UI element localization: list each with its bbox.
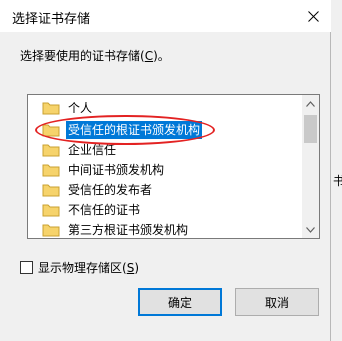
folder-icon <box>42 184 60 197</box>
close-button[interactable] <box>299 2 327 30</box>
tree-item-label: 个人 <box>68 101 93 115</box>
folder-icon <box>42 144 60 157</box>
background-window-text: 书 <box>333 174 342 188</box>
show-physical-stores-option[interactable]: 显示物理存储区(S) <box>20 259 139 276</box>
tree-item[interactable]: 个人 <box>42 98 94 118</box>
prompt-text: 选择要使用的证书存储(C)。 <box>20 47 170 64</box>
title-bar: 选择证书存储 <box>0 0 331 32</box>
tree-item-selected[interactable]: 受信任的根证书颁发机构 <box>42 120 203 140</box>
folder-icon <box>42 204 60 217</box>
folder-icon <box>42 224 60 237</box>
tree-item-label: 不信任的证书 <box>68 203 141 217</box>
tree-item-label: 第三方根证书颁发机构 <box>68 223 189 237</box>
prompt-end: )。 <box>153 49 170 63</box>
chevron-up-icon <box>306 100 315 107</box>
tree-item[interactable]: 不信任的证书 <box>42 200 142 220</box>
checkbox-label-end: ) <box>134 260 139 275</box>
prompt-accelerator: C <box>144 49 154 63</box>
show-physical-stores-checkbox[interactable] <box>20 261 33 274</box>
chevron-down-icon <box>306 226 315 233</box>
tree-item[interactable]: 企业信任 <box>42 140 118 160</box>
checkbox-accelerator: S <box>126 260 135 275</box>
scroll-down-button[interactable] <box>302 221 319 238</box>
ok-button[interactable]: 确定 <box>138 288 222 316</box>
tree-item[interactable]: 受信任的发布者 <box>42 180 154 200</box>
folder-icon <box>42 164 60 177</box>
vertical-scrollbar[interactable] <box>302 95 319 238</box>
scroll-thumb[interactable] <box>304 115 317 143</box>
prompt-label: 选择要使用的证书存储( <box>20 49 145 63</box>
tree-item[interactable]: 第三方根证书颁发机构 <box>42 220 190 238</box>
tree-item-label: 企业信任 <box>68 143 117 157</box>
dialog-title: 选择证书存储 <box>12 12 91 27</box>
folder-icon <box>42 124 60 137</box>
checkbox-label: 显示物理存储区( <box>38 261 127 275</box>
tree-item-label: 中间证书颁发机构 <box>68 163 165 177</box>
folder-icon <box>42 102 60 115</box>
cert-store-tree[interactable]: 个人 受信任的根证书颁发机构 企业信任 中间证书颁发机构 受信任的发布者 不信任… <box>27 94 320 239</box>
scroll-up-button[interactable] <box>302 95 319 112</box>
tree-item-label: 受信任的发布者 <box>68 183 153 197</box>
tree-item[interactable]: 中间证书颁发机构 <box>42 160 166 180</box>
tree-item-label: 受信任的根证书颁发机构 <box>66 121 203 139</box>
select-cert-store-dialog: 选择证书存储 选择要使用的证书存储(C)。 个人 受信任的根证书颁发机构 企业信… <box>0 0 331 341</box>
cancel-button[interactable]: 取消 <box>235 288 319 316</box>
close-icon <box>307 10 319 22</box>
